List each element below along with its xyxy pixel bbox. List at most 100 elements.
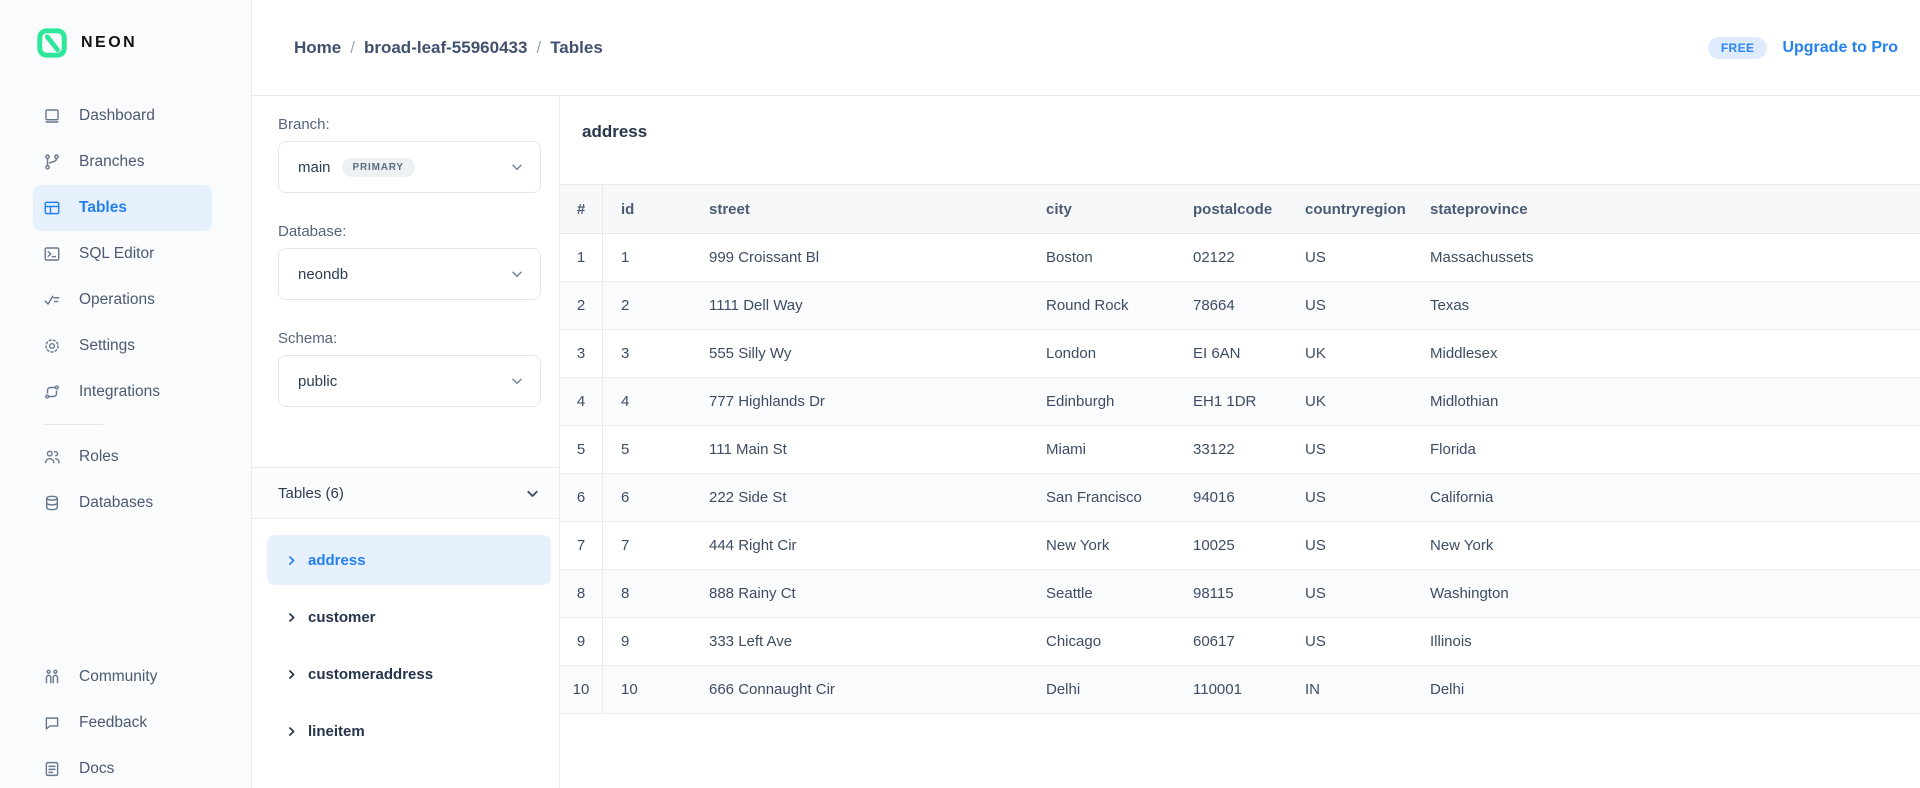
- operations-icon: [43, 291, 61, 309]
- city-cell: Miami: [1028, 426, 1175, 473]
- tables-collapse-header[interactable]: Tables (6): [252, 468, 559, 519]
- sidebar-item-label: Dashboard: [79, 107, 155, 125]
- sidebar-item[interactable]: Feedback: [33, 700, 212, 746]
- countryregion-cell: US: [1287, 522, 1412, 569]
- data-grid-body: 1 1 999 Croissant Bl Boston 02122 US Mas…: [560, 234, 1920, 714]
- street-cell: 222 Side St: [691, 474, 1028, 521]
- table-view: address # id street city postalco: [560, 96, 1920, 788]
- street-cell: 555 Silly Wy: [691, 330, 1028, 377]
- neon-logo-icon: [37, 28, 67, 58]
- table-row: 3 3 555 Silly Wy London EI 6AN UK Middle…: [560, 330, 1920, 378]
- row-number-cell: 1: [560, 234, 603, 281]
- id-cell: 6: [603, 474, 691, 521]
- postalcode-cell: 33122: [1175, 426, 1287, 473]
- branch-select[interactable]: main PRIMARY: [278, 141, 541, 193]
- table-list-item-label: customeraddress: [308, 666, 433, 683]
- postalcode-cell: 60617: [1175, 618, 1287, 665]
- countryregion-cell: US: [1287, 618, 1412, 665]
- column-header: #: [560, 185, 603, 233]
- schema-select[interactable]: public: [278, 355, 541, 407]
- chevron-right-icon: [285, 554, 298, 567]
- row-number-cell: 10: [560, 666, 603, 713]
- breadcrumb-home-link[interactable]: Home: [294, 38, 341, 58]
- stateprovince-cell: Texas: [1412, 282, 1920, 329]
- countryregion-cell: US: [1287, 570, 1412, 617]
- sidebar-nav-secondary: Roles Databases: [0, 434, 251, 526]
- roles-icon: [43, 448, 61, 466]
- sidebar-item[interactable]: Docs: [33, 746, 212, 788]
- row-number-cell: 6: [560, 474, 603, 521]
- sidebar-item[interactable]: Operations: [33, 277, 212, 323]
- table-row: 1 1 999 Croissant Bl Boston 02122 US Mas…: [560, 234, 1920, 282]
- chevron-down-icon: [509, 373, 525, 389]
- sidebar-nav: Dashboard Branches Tables SQL Editor: [0, 93, 251, 415]
- stateprovince-cell: Midlothian: [1412, 378, 1920, 425]
- sidebar-item[interactable]: Integrations: [33, 369, 212, 415]
- primary-badge: PRIMARY: [342, 158, 415, 177]
- city-cell: New York: [1028, 522, 1175, 569]
- tables-icon: [43, 199, 61, 217]
- schema-label: Schema:: [278, 330, 541, 347]
- breadcrumb-project-link[interactable]: broad-leaf-55960433: [364, 38, 527, 58]
- postalcode-cell: EH1 1DR: [1175, 378, 1287, 425]
- chevron-down-icon: [509, 266, 525, 282]
- sidebar-item[interactable]: Databases: [33, 480, 212, 526]
- row-number-cell: 9: [560, 618, 603, 665]
- sidebar-item-label: Roles: [79, 448, 119, 466]
- street-cell: 888 Rainy Ct: [691, 570, 1028, 617]
- street-cell: 1111 Dell Way: [691, 282, 1028, 329]
- sidebar-item[interactable]: Branches: [33, 139, 212, 185]
- feedback-icon: [43, 714, 61, 732]
- street-cell: 333 Left Ave: [691, 618, 1028, 665]
- column-header: countryregion: [1287, 185, 1412, 233]
- row-number-cell: 7: [560, 522, 603, 569]
- table-row: 9 9 333 Left Ave Chicago 60617 US Illino…: [560, 618, 1920, 666]
- breadcrumb-separator: /: [536, 38, 541, 58]
- chevron-right-icon: [285, 668, 298, 681]
- countryregion-cell: US: [1287, 282, 1412, 329]
- sql-editor-icon: [43, 245, 61, 263]
- countryregion-cell: UK: [1287, 378, 1412, 425]
- community-icon: [43, 668, 61, 686]
- sidebar-divider: [43, 424, 103, 425]
- table-list-item[interactable]: address: [267, 535, 551, 585]
- tables-count-label: Tables (6): [278, 485, 344, 502]
- sidebar-item[interactable]: Community: [33, 654, 212, 700]
- postalcode-cell: 02122: [1175, 234, 1287, 281]
- chevron-right-icon: [285, 725, 298, 738]
- sidebar-item[interactable]: Roles: [33, 434, 212, 480]
- table-list-item[interactable]: lineitem: [267, 706, 551, 756]
- sidebar-item[interactable]: SQL Editor: [33, 231, 212, 277]
- id-cell: 4: [603, 378, 691, 425]
- neon-console: NEON Dashboard Branches Tables: [0, 0, 1920, 788]
- brand-logo[interactable]: NEON: [0, 0, 251, 58]
- stateprovince-cell: Florida: [1412, 426, 1920, 473]
- database-select[interactable]: neondb: [278, 248, 541, 300]
- city-cell: Boston: [1028, 234, 1175, 281]
- sidebar-item-label: Community: [79, 668, 157, 686]
- upgrade-to-pro-link[interactable]: Upgrade to Pro: [1782, 39, 1898, 57]
- id-cell: 9: [603, 618, 691, 665]
- stateprovince-cell: New York: [1412, 522, 1920, 569]
- breadcrumb-section: Tables: [550, 38, 603, 58]
- sidebar-item[interactable]: Tables: [33, 185, 212, 231]
- table-list-item[interactable]: customeraddress: [267, 649, 551, 699]
- branch-label: Branch:: [278, 116, 541, 133]
- sidebar-item-label: Databases: [79, 494, 153, 512]
- street-cell: 444 Right Cir: [691, 522, 1028, 569]
- table-list-item[interactable]: customer: [267, 592, 551, 642]
- street-cell: 999 Croissant Bl: [691, 234, 1028, 281]
- sidebar-item[interactable]: Dashboard: [33, 93, 212, 139]
- table-row: 4 4 777 Highlands Dr Edinburgh EH1 1DR U…: [560, 378, 1920, 426]
- sidebar-item-label: Branches: [79, 153, 144, 171]
- sidebar-nav-footer: Community Feedback Docs: [0, 654, 251, 788]
- row-number-cell: 5: [560, 426, 603, 473]
- sidebar-item[interactable]: Settings: [33, 323, 212, 369]
- integrations-icon: [43, 383, 61, 401]
- countryregion-cell: US: [1287, 474, 1412, 521]
- row-number-cell: 3: [560, 330, 603, 377]
- id-cell: 5: [603, 426, 691, 473]
- id-cell: 8: [603, 570, 691, 617]
- table-list: address customer: [252, 519, 559, 756]
- settings-icon: [43, 337, 61, 355]
